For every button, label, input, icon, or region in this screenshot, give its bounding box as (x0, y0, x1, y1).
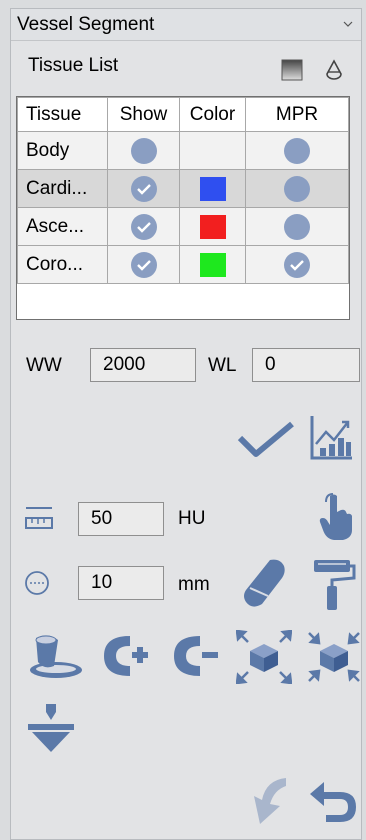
panel-header[interactable]: Vessel Segment (11, 9, 361, 41)
color-cell[interactable] (179, 131, 246, 170)
table-row[interactable]: Coro... (17, 245, 349, 284)
ww-input[interactable] (90, 348, 196, 382)
expand-cube-icon[interactable] (236, 630, 292, 684)
table-row[interactable]: Body (17, 131, 349, 170)
table-header-row: Tissue Show Color MPR (17, 97, 349, 132)
paint-roller-icon[interactable] (306, 556, 356, 612)
tissue-name: Body (17, 131, 108, 170)
check-icon (136, 183, 151, 195)
check-icon (136, 221, 151, 233)
confirm-check-icon[interactable] (236, 420, 296, 460)
redo-icon[interactable] (246, 772, 296, 828)
radius-unit: mm (178, 574, 210, 595)
check-icon (136, 259, 151, 271)
droplet-icon[interactable] (322, 58, 346, 82)
check-icon (290, 259, 304, 271)
show-toggle[interactable] (130, 251, 157, 278)
hand-pointer-icon[interactable] (316, 492, 356, 542)
mpr-toggle[interactable] (284, 213, 310, 240)
tissue-name: Coro... (17, 245, 108, 284)
column-header-mpr[interactable]: MPR (245, 97, 349, 132)
tissue-list-label: Tissue List (28, 55, 119, 76)
circle-radius-icon (25, 571, 49, 595)
column-header-color[interactable]: Color (179, 97, 246, 132)
column-header-tissue[interactable]: Tissue (17, 97, 108, 132)
erode-icon[interactable] (168, 632, 222, 680)
threshold-input[interactable] (78, 502, 164, 536)
shrink-cube-icon[interactable] (306, 630, 362, 684)
ruler-icon (25, 507, 53, 529)
wl-input[interactable] (252, 348, 360, 382)
wl-label: WL (208, 355, 237, 376)
tissue-name: Cardi... (17, 169, 108, 208)
ww-label: WW (26, 355, 62, 376)
cut-plane-icon[interactable] (24, 702, 78, 754)
radius-input[interactable] (78, 566, 164, 600)
mpr-toggle[interactable] (284, 175, 310, 202)
tissue-table: Tissue Show Color MPR Body Cardi... Asce… (16, 96, 350, 320)
panel-title: Vessel Segment (17, 13, 155, 35)
chevron-down-icon[interactable] (341, 17, 355, 31)
show-toggle[interactable] (130, 175, 157, 202)
tissue-name: Asce... (17, 207, 108, 246)
mpr-toggle[interactable] (284, 251, 310, 278)
color-swatch[interactable] (199, 214, 226, 239)
color-swatch[interactable] (199, 252, 226, 277)
column-header-show[interactable]: Show (107, 97, 180, 132)
opacity-icon[interactable] (280, 58, 304, 82)
show-toggle[interactable] (130, 137, 157, 164)
fill-bucket-icon[interactable] (26, 630, 84, 680)
threshold-unit: HU (178, 508, 206, 529)
undo-icon[interactable] (308, 778, 360, 824)
mpr-toggle[interactable] (284, 137, 310, 164)
dilate-icon[interactable] (98, 632, 152, 680)
eraser-icon[interactable] (240, 556, 290, 610)
color-swatch[interactable] (199, 176, 226, 201)
table-row[interactable]: Cardi... (17, 169, 349, 208)
histogram-icon[interactable] (308, 414, 354, 462)
table-row[interactable]: Asce... (17, 207, 349, 246)
show-toggle[interactable] (130, 213, 157, 240)
